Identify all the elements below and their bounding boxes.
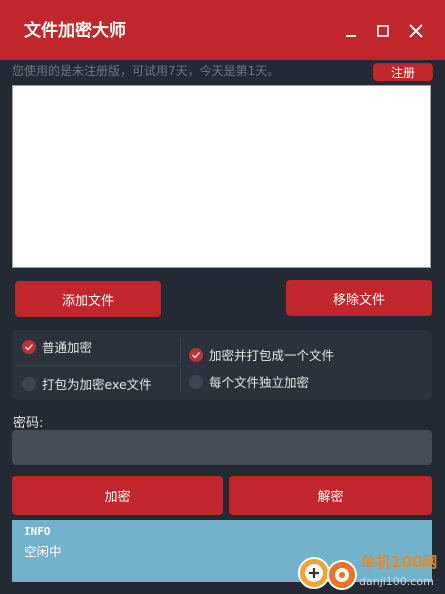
options-divider-horizontal: [18, 365, 178, 366]
checkmark-icon: [22, 339, 36, 354]
register-button[interactable]: 注册: [373, 63, 433, 81]
option-normal-encrypt-label: 普通加密: [42, 340, 93, 355]
trial-notice: 您使用的是未注册版，可试用7天，今天是第1天。: [12, 64, 280, 78]
option-merge-pack[interactable]: 加密并打包成一个文件: [189, 345, 334, 364]
option-pack-exe-label: 打包为加密exe文件: [42, 377, 152, 392]
close-icon: [409, 24, 423, 38]
radio-empty-icon: [189, 374, 203, 389]
option-independent-encrypt[interactable]: 每个文件独立加密: [189, 372, 309, 391]
encryption-options-panel: 普通加密 打包为加密exe文件 加密并打包成一个文件 每个文件独立加密: [12, 330, 432, 400]
minimize-icon: [346, 35, 356, 37]
option-pack-exe[interactable]: 打包为加密exe文件: [22, 374, 152, 393]
status-text: 空闲中: [24, 544, 62, 559]
add-file-button[interactable]: 添加文件: [15, 281, 161, 317]
maximize-button[interactable]: [372, 20, 394, 42]
radio-empty-icon: [22, 376, 36, 391]
title-bar: 文件加密大师: [0, 0, 445, 60]
options-divider-vertical: [180, 338, 181, 392]
password-label: 密码:: [13, 416, 44, 431]
encrypt-button[interactable]: 加密: [12, 476, 223, 515]
close-button[interactable]: [405, 20, 427, 42]
option-normal-encrypt[interactable]: 普通加密: [22, 337, 92, 356]
watermark-logo-icon: [298, 557, 357, 590]
watermark-name: 单机100网: [361, 553, 438, 571]
minimize-button[interactable]: [340, 20, 362, 42]
info-title: INFO: [24, 525, 51, 538]
option-merge-pack-label: 加密并打包成一个文件: [209, 348, 335, 363]
option-independent-encrypt-label: 每个文件独立加密: [209, 375, 310, 390]
file-list[interactable]: [12, 85, 431, 268]
remove-file-button[interactable]: 移除文件: [286, 280, 432, 316]
maximize-icon: [377, 25, 389, 37]
decrypt-button[interactable]: 解密: [229, 476, 432, 515]
watermark: 单机100网 danji100.com: [296, 548, 445, 594]
watermark-url: danji100.com: [359, 575, 434, 588]
password-input[interactable]: [12, 430, 432, 465]
window-title: 文件加密大师: [24, 21, 126, 41]
checkmark-icon: [189, 347, 203, 362]
